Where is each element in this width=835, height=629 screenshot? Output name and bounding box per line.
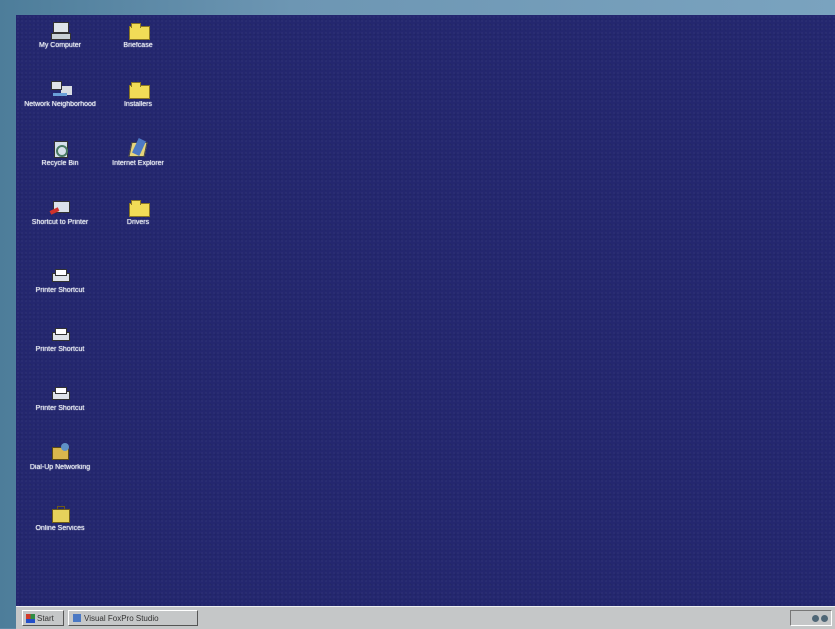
network-tray-icon [821, 614, 828, 622]
printer-icon [49, 324, 71, 344]
desktop-icon-label: Network Neighborhood [24, 101, 96, 108]
desktop-icon-label: Printer Shortcut [35, 405, 85, 412]
my-computer-icon[interactable]: My Computer [21, 20, 99, 64]
recycle-bin-icon[interactable]: Recycle Bin [21, 138, 99, 182]
application-icon [73, 614, 81, 622]
desktop-icon-label: Installers [123, 101, 152, 108]
desktop-icon-label: Online Services [35, 525, 85, 532]
folder-icon [127, 20, 150, 40]
briefcase-folder-icon[interactable]: Briefcase [99, 20, 177, 64]
desktop-icon-label: Shortcut to Printer [31, 219, 89, 226]
connection-icon [49, 442, 71, 462]
printer-shortcut-icon[interactable]: Printer Shortcut [21, 265, 99, 309]
desktop-icon-label: Drivers [126, 219, 150, 226]
printer-shortcut-icon[interactable]: Printer Shortcut [21, 383, 99, 427]
desktop-icon-label: Printer Shortcut [35, 346, 85, 353]
start-label: Start [37, 613, 54, 623]
desktop-icon-label: Internet Explorer [112, 160, 164, 167]
start-button[interactable]: Start [22, 610, 64, 626]
shortcut-icon [49, 197, 71, 217]
desktop-icon-label: Printer Shortcut [35, 287, 85, 294]
installers-folder-icon[interactable]: Installers [99, 79, 177, 123]
computer-icon [49, 20, 71, 40]
dial-up-networking-icon[interactable]: Dial-Up Networking [21, 442, 99, 486]
system-tray[interactable] [790, 610, 832, 626]
internet-explorer-icon[interactable]: Internet Explorer [99, 138, 177, 182]
network-neighborhood-icon[interactable]: Network Neighborhood [21, 79, 99, 123]
speaker-icon [812, 614, 819, 622]
printer-shortcut-icon[interactable]: Shortcut to Printer [21, 197, 99, 241]
desktop-icon-label: Recycle Bin [41, 160, 79, 167]
desktop-icon-label: Briefcase [123, 42, 153, 49]
desktop-icon-label: My Computer [38, 42, 81, 49]
printer-icon [49, 265, 71, 285]
taskbar: Start Visual FoxPro Studio [16, 606, 835, 629]
desktop-icon-label: Dial-Up Networking [29, 464, 91, 471]
desktop-background[interactable]: My Computer Briefcase Network Neighborho… [16, 15, 835, 606]
online-services-icon[interactable]: Online Services [21, 503, 99, 547]
drivers-folder-icon[interactable]: Drivers [99, 197, 177, 241]
task-label: Visual FoxPro Studio [84, 613, 159, 623]
printer-icon [49, 383, 71, 403]
printer-shortcut-icon[interactable]: Printer Shortcut [21, 324, 99, 368]
windows-flag-icon [26, 613, 35, 623]
briefcase-icon [49, 503, 71, 523]
network-icon [49, 79, 71, 99]
folder-icon [127, 197, 150, 217]
recycle-bin-icon [49, 138, 71, 158]
internet-explorer-icon [127, 138, 149, 158]
task-button[interactable]: Visual FoxPro Studio [68, 610, 198, 626]
folder-icon [127, 79, 150, 99]
